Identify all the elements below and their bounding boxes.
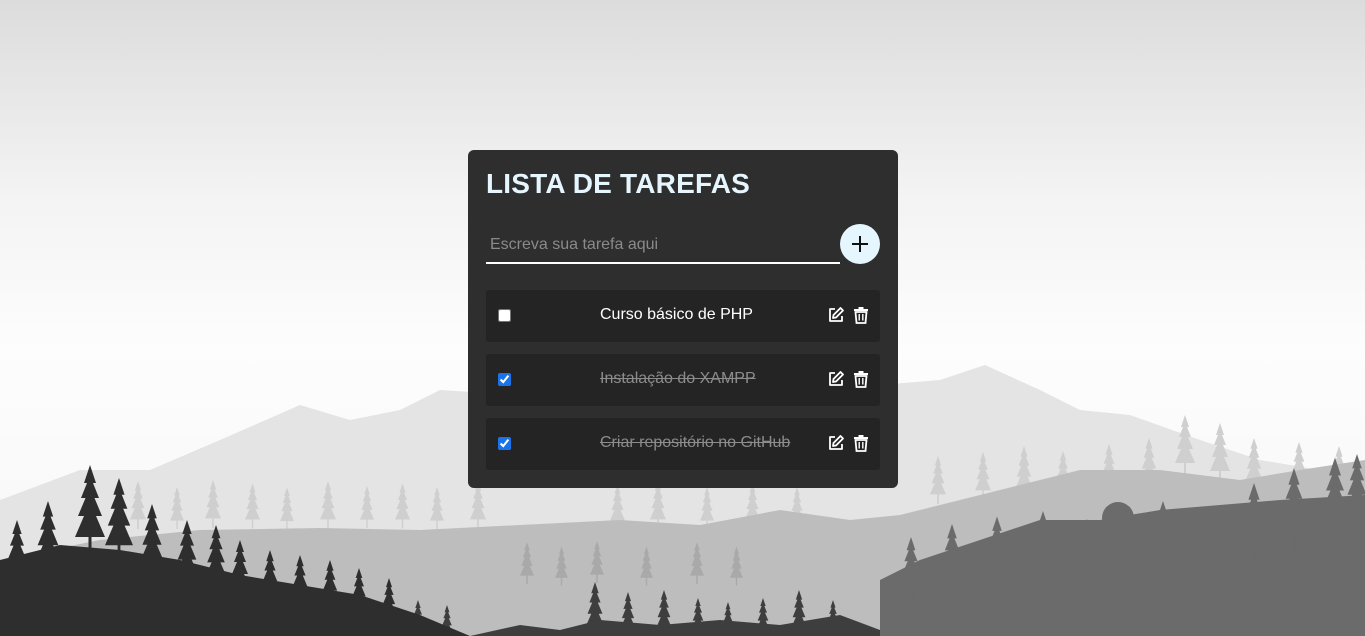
add-task-button[interactable] [840, 224, 880, 264]
task-checkbox[interactable] [498, 309, 511, 322]
edit-task-button[interactable] [827, 434, 845, 452]
task-input-row [486, 224, 880, 268]
task-item: Criar repositório no GitHub [486, 418, 880, 470]
edit-icon [829, 371, 844, 386]
edit-task-button[interactable] [827, 306, 845, 324]
task-checkbox[interactable] [498, 437, 511, 450]
task-item: Instalação do XAMPP [486, 354, 880, 406]
trash-icon [854, 435, 868, 452]
delete-task-button[interactable] [852, 306, 870, 324]
edit-task-button[interactable] [827, 370, 845, 388]
plus-icon [852, 236, 868, 252]
task-checkbox[interactable] [498, 373, 511, 386]
task-input[interactable] [486, 228, 840, 264]
app-title: LISTA DE TAREFAS [486, 168, 751, 199]
delete-task-button[interactable] [852, 370, 870, 388]
delete-task-button[interactable] [852, 434, 870, 452]
task-text: Instalação do XAMPP [600, 370, 756, 387]
trash-icon [854, 307, 868, 324]
task-text: Curso básico de PHP [600, 306, 753, 323]
task-item: Curso básico de PHP [486, 290, 880, 342]
edit-icon [829, 307, 844, 322]
todo-card: LISTA DE TAREFAS Curso básico de PHP [468, 150, 898, 488]
task-list: Curso básico de PHP Instalação do XAMPP … [486, 290, 880, 482]
trash-icon [854, 371, 868, 388]
task-text: Criar repositório no GitHub [600, 434, 791, 451]
edit-icon [829, 435, 844, 450]
